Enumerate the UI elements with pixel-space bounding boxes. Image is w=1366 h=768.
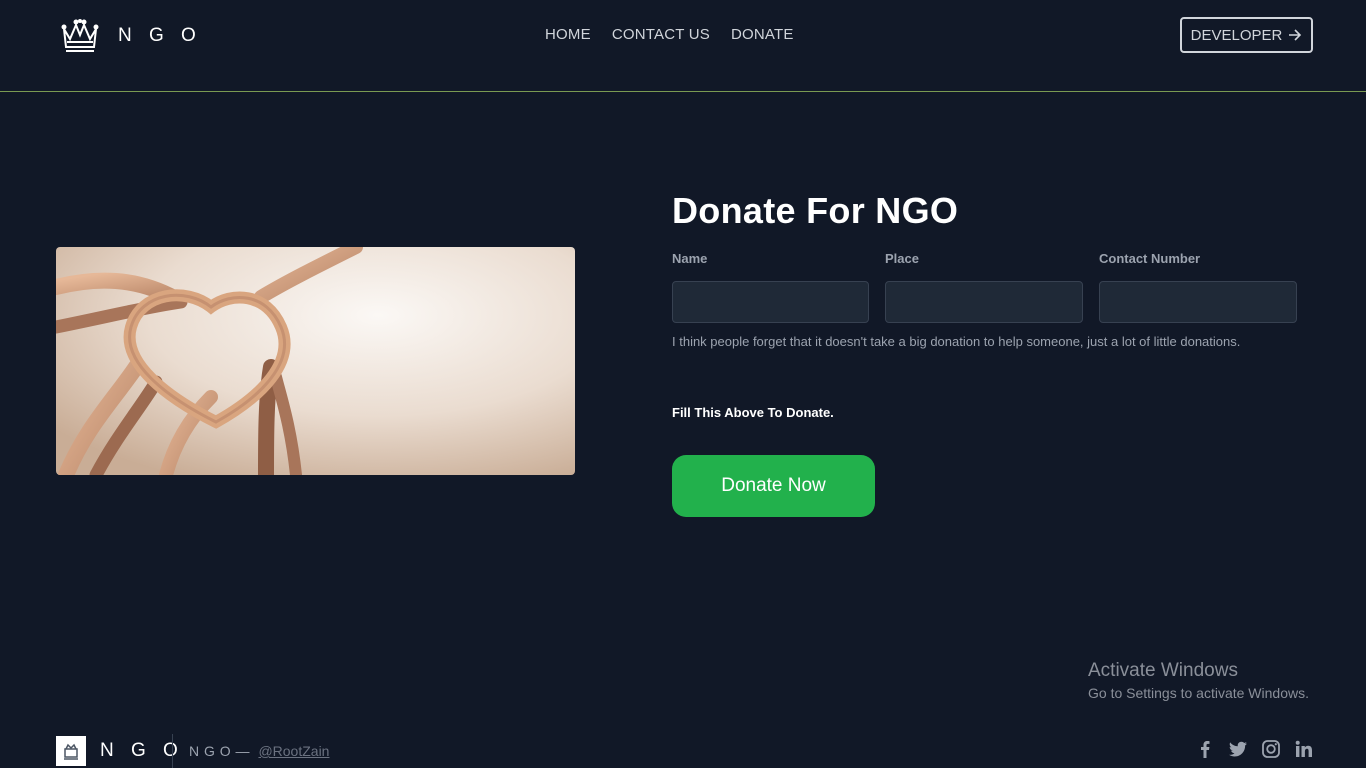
place-label: Place — [885, 251, 919, 266]
footer-copy-text: N G O — — [189, 743, 251, 759]
activate-windows-title: Activate Windows — [1088, 660, 1238, 681]
brand-name: N G O — [118, 25, 202, 46]
name-input[interactable] — [672, 281, 869, 323]
arrow-right-icon — [1289, 29, 1302, 41]
twitter-icon — [1229, 741, 1247, 757]
crown-icon — [61, 19, 99, 52]
nav-contact-us[interactable]: CONTACT US — [612, 26, 710, 43]
nav-home[interactable]: HOME — [545, 26, 591, 43]
activate-windows-subtitle: Go to Settings to activate Windows. — [1088, 685, 1309, 701]
facebook-link[interactable] — [1195, 739, 1215, 759]
twitter-link[interactable] — [1228, 739, 1248, 759]
social-links — [1195, 739, 1314, 759]
footer-copyright: N G O — @RootZain — [189, 743, 329, 759]
place-input[interactable] — [885, 281, 1083, 323]
site-header: N G O HOME CONTACT US DONATE DEVELOPER — [0, 0, 1366, 92]
nav-donate[interactable]: DONATE — [731, 26, 794, 43]
footer-divider — [172, 734, 173, 768]
donation-quote: I think people forget that it doesn't ta… — [672, 334, 1241, 349]
main-nav: HOME CONTACT US DONATE — [545, 26, 794, 43]
name-label: Name — [672, 251, 708, 266]
page-title: Donate For NGO — [672, 190, 959, 231]
footer-logo-icon — [56, 736, 86, 766]
fill-note: Fill This Above To Donate. — [672, 405, 834, 420]
linkedin-icon — [1295, 740, 1312, 757]
footer-handle-link[interactable]: @RootZain — [258, 743, 329, 759]
developer-button[interactable]: DEVELOPER — [1180, 17, 1313, 53]
developer-button-label: DEVELOPER — [1190, 26, 1283, 44]
brand-logo-link[interactable]: N G O — [60, 17, 202, 55]
contact-number-input[interactable] — [1099, 281, 1297, 323]
donate-now-button[interactable]: Donate Now — [672, 455, 875, 517]
heart-hands-image — [56, 247, 575, 475]
linkedin-link[interactable] — [1294, 739, 1314, 759]
contact-number-label: Contact Number — [1099, 251, 1201, 266]
instagram-icon — [1262, 740, 1280, 758]
instagram-link[interactable] — [1261, 739, 1281, 759]
facebook-icon — [1201, 741, 1210, 758]
footer-brand-link[interactable]: N G O — [56, 736, 184, 766]
